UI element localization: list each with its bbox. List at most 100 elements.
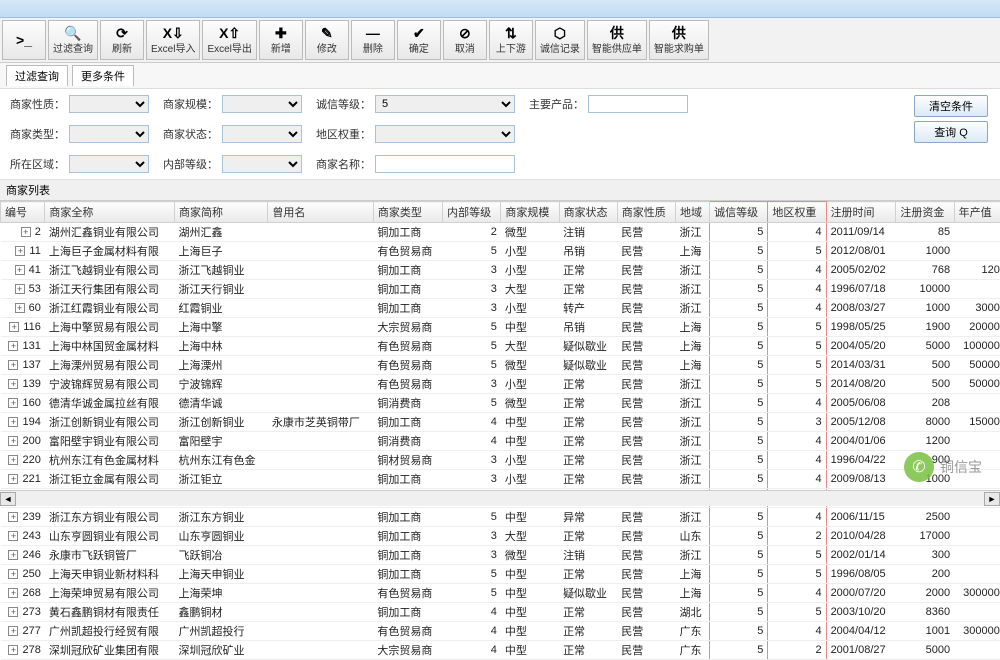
- col-header[interactable]: 曾用名: [268, 202, 373, 223]
- col-header[interactable]: 地区权重: [768, 202, 826, 223]
- tab-filter-query[interactable]: 过滤查询: [6, 65, 68, 86]
- expand-icon[interactable]: +: [8, 379, 18, 389]
- table-row[interactable]: +243山东亨圆铜业有限公司山东亨圆铜业铜加工商3大型正常民营山东522010/…: [1, 527, 1000, 546]
- updown-button[interactable]: ⇅上下游: [489, 20, 533, 60]
- smart-buy-button[interactable]: 供智能求购单: [649, 20, 709, 60]
- credit-record-button[interactable]: ⬡诚信记录: [535, 20, 585, 60]
- expand-icon[interactable]: +: [15, 265, 25, 275]
- expand-icon[interactable]: +: [8, 550, 18, 560]
- cell: 5000: [896, 337, 954, 356]
- col-header[interactable]: 编号: [1, 202, 45, 223]
- cell: 正常: [559, 432, 617, 451]
- btn-query[interactable]: 查询 Q: [914, 121, 988, 143]
- table-row[interactable]: +277广州凯超投行经贸有限广州凯超投行有色贸易商4中型正常民营广东542004…: [1, 622, 1000, 641]
- col-header[interactable]: 注册时间: [826, 202, 896, 223]
- expand-icon[interactable]: +: [8, 436, 18, 446]
- table-row[interactable]: +273黄石鑫鹏铜材有限责任鑫鹏铜材铜加工商4中型正常民营湖北552003/10…: [1, 603, 1000, 622]
- sel-internal-level[interactable]: [222, 155, 302, 173]
- table-row[interactable]: +221浙江钜立金属有限公司浙江钜立铜加工商3小型正常民营浙江542009/08…: [1, 470, 1000, 489]
- cell: 2012/08/01: [826, 242, 896, 261]
- cell: 上海荣坤: [175, 584, 268, 603]
- expand-icon[interactable]: +: [21, 227, 31, 237]
- delete-button[interactable]: —删除: [351, 20, 395, 60]
- refresh-button[interactable]: ⟳刷新: [100, 20, 144, 60]
- expand-icon[interactable]: +: [8, 645, 18, 655]
- col-header[interactable]: 商家规模: [501, 202, 559, 223]
- table-row[interactable]: +200富阳壁宇铜业有限公司富阳壁宇铜消费商4中型正常民营浙江542004/01…: [1, 432, 1000, 451]
- expand-icon[interactable]: +: [9, 322, 19, 332]
- expand-icon[interactable]: +: [8, 607, 18, 617]
- cell: 5: [710, 527, 768, 546]
- table-row[interactable]: +139宁波锦辉贸易有限公司宁波锦辉有色贸易商3小型正常民营浙江552014/0…: [1, 375, 1000, 394]
- col-header[interactable]: 内部等级: [443, 202, 501, 223]
- add-button[interactable]: ✚新增: [259, 20, 303, 60]
- excel-export-button[interactable]: X⇧Excel导出: [202, 20, 256, 60]
- expand-icon[interactable]: +: [8, 341, 18, 351]
- smart-supply-button[interactable]: 供智能供应单: [587, 20, 647, 60]
- cell: 上海: [676, 584, 710, 603]
- expand-icon[interactable]: +: [8, 626, 18, 636]
- col-header[interactable]: 商家全称: [45, 202, 175, 223]
- table-row[interactable]: +239浙江东方铜业有限公司浙江东方铜业铜加工商5中型异常民营浙江542006/…: [1, 508, 1000, 527]
- console-button[interactable]: >_: [2, 20, 46, 60]
- expand-icon[interactable]: +: [8, 360, 18, 370]
- table-row[interactable]: +131上海中林国贸金属材料上海中林有色贸易商5大型疑似歇业民营上海552004…: [1, 337, 1000, 356]
- inp-main-product[interactable]: [588, 95, 688, 113]
- expand-icon[interactable]: +: [8, 398, 18, 408]
- cell: 5: [768, 337, 826, 356]
- sel-merchant-scale[interactable]: [222, 95, 302, 113]
- table-row[interactable]: +246永康市飞跃铜管厂飞跃铜冶铜加工商3微型注销民营浙江552002/01/1…: [1, 546, 1000, 565]
- sel-region[interactable]: [69, 155, 149, 173]
- table-row[interactable]: +250上海天申铜业新材料科上海天申铜业铜加工商5中型正常民营上海551996/…: [1, 565, 1000, 584]
- expand-icon[interactable]: +: [8, 455, 18, 465]
- table-row[interactable]: +53浙江天行集团有限公司浙江天行铜业铜加工商3大型正常民营浙江541996/0…: [1, 280, 1000, 299]
- ok-button[interactable]: ✔确定: [397, 20, 441, 60]
- table-row[interactable]: +116上海中擎贸易有限公司上海中擎大宗贸易商5中型吊销民营上海551998/0…: [1, 318, 1000, 337]
- table-row[interactable]: +268上海荣坤贸易有限公司上海荣坤有色贸易商5中型疑似歇业民营上海542000…: [1, 584, 1000, 603]
- table-row[interactable]: +2湖州汇鑫铜业有限公司湖州汇鑫铜加工商2微型注销民营浙江542011/09/1…: [1, 223, 1000, 242]
- table-row[interactable]: +160德清华诚金属拉丝有限德清华诚铜消费商5微型正常民营浙江542005/06…: [1, 394, 1000, 413]
- table-row[interactable]: +278深圳冠欣矿业集团有限深圳冠欣矿业大宗贸易商4中型正常民营广东522001…: [1, 641, 1000, 660]
- filter-query-button[interactable]: 🔍过滤查询: [48, 20, 98, 60]
- table-row[interactable]: +137上海溧州贸易有限公司上海溧州有色贸易商5微型疑似歇业民营上海552014…: [1, 356, 1000, 375]
- expand-icon[interactable]: +: [15, 284, 25, 294]
- sel-merchant-status[interactable]: [222, 125, 302, 143]
- col-header[interactable]: 诚信等级: [710, 202, 768, 223]
- col-header[interactable]: 商家状态: [559, 202, 617, 223]
- scroll-left-icon[interactable]: ◄: [0, 492, 16, 506]
- horizontal-scrollbar[interactable]: ◄ ►: [0, 490, 1000, 506]
- expand-icon[interactable]: +: [15, 303, 25, 313]
- inp-merchant-name[interactable]: [375, 155, 515, 173]
- cancel-button[interactable]: ⊘取消: [443, 20, 487, 60]
- table-row[interactable]: +60浙江红霞铜业有限公司红霞铜业铜加工商3小型转产民营浙江542008/03/…: [1, 299, 1000, 318]
- table-row[interactable]: +41浙江飞越铜业有限公司浙江飞越铜业铜加工商3小型正常民营浙江542005/0…: [1, 261, 1000, 280]
- expand-icon[interactable]: +: [8, 531, 18, 541]
- cell: 山东亨圆铜业有限公司: [45, 527, 175, 546]
- expand-icon[interactable]: +: [8, 569, 18, 579]
- sel-credit-level[interactable]: 5: [375, 95, 515, 113]
- sel-region-weight[interactable]: [375, 125, 515, 143]
- col-header[interactable]: 注册资金: [896, 202, 954, 223]
- expand-icon[interactable]: +: [8, 512, 18, 522]
- col-header[interactable]: 商家简称: [175, 202, 268, 223]
- excel-import-button[interactable]: X⇩Excel导入: [146, 20, 200, 60]
- sel-merchant-type[interactable]: [69, 125, 149, 143]
- col-header[interactable]: 地域: [676, 202, 710, 223]
- col-header[interactable]: 商家性质: [617, 202, 675, 223]
- expand-icon[interactable]: +: [8, 474, 18, 484]
- table-row[interactable]: +11上海巨子金属材料有限上海巨子有色贸易商5小型吊销民营上海552012/08…: [1, 242, 1000, 261]
- cell: 大型: [501, 337, 559, 356]
- scroll-right-icon[interactable]: ►: [984, 492, 1000, 506]
- btn-clear[interactable]: 清空条件: [914, 95, 988, 117]
- sel-merchant-nature[interactable]: [69, 95, 149, 113]
- edit-button[interactable]: ✎修改: [305, 20, 349, 60]
- col-header[interactable]: 商家类型: [373, 202, 442, 223]
- expand-icon[interactable]: +: [8, 588, 18, 598]
- table-row[interactable]: +194浙江创新铜业有限公司浙江创新铜业永康市芝英铜带厂铜加工商4中型正常民营浙…: [1, 413, 1000, 432]
- expand-icon[interactable]: +: [8, 417, 18, 427]
- data-grid[interactable]: 编号商家全称商家简称曾用名商家类型内部等级商家规模商家状态商家性质地域诚信等级地…: [0, 201, 1000, 660]
- tab-more-conditions[interactable]: 更多条件: [72, 65, 134, 86]
- table-row[interactable]: +220杭州东江有色金属材料杭州东江有色金铜材贸易商3小型正常民营浙江54199…: [1, 451, 1000, 470]
- col-header[interactable]: 年产值: [954, 202, 1000, 223]
- expand-icon[interactable]: +: [15, 246, 25, 256]
